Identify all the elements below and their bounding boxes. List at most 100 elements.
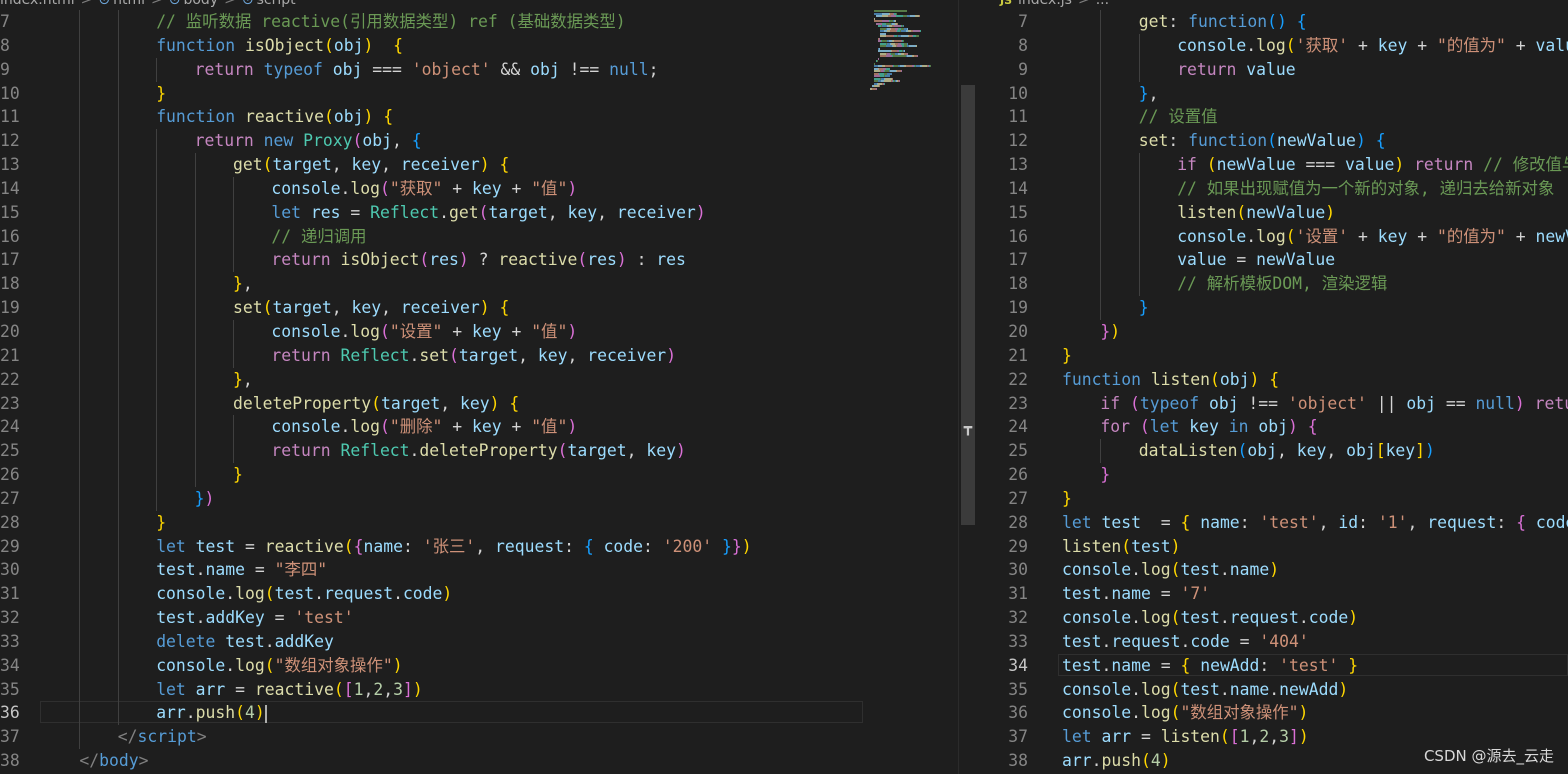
- code-line[interactable]: 29 let test = reactive({name: '张三', reque…: [0, 534, 958, 559]
- line-number: 9: [1018, 59, 1028, 79]
- code-line[interactable]: 30 console.log(test.name): [978, 558, 1568, 582]
- code-line[interactable]: 28}: [0, 510, 958, 535]
- code-line[interactable]: 17 value = newValue: [978, 248, 1568, 273]
- left-code-area[interactable]: 7 // 监听数据 reactive(引用数据类型) ref (基础数据类型) 8 f…: [0, 10, 958, 773]
- code-line[interactable]: 28 let test = { name: 'test', id: '1', re…: [978, 511, 1568, 535]
- code-line[interactable]: 7 // 监听数据 reactive(引用数据类型) ref (基础数据类型): [0, 10, 958, 34]
- code-line[interactable]: 20}): [978, 320, 1568, 344]
- code-line[interactable]: 9 return value: [978, 57, 1568, 82]
- breadcrumb-body[interactable]: body: [183, 0, 218, 8]
- code-line[interactable]: 22 function listen(obj) {: [978, 368, 1568, 392]
- code-line[interactable]: 36 arr.push(4): [0, 701, 958, 726]
- right-editor-pane[interactable]: JS index.js >... 7 get: function() {8 consol…: [978, 0, 1568, 774]
- code-line[interactable]: 31 test.name = '7': [978, 582, 1568, 606]
- code-line[interactable]: 16 // 递归调用: [0, 224, 958, 249]
- code-line[interactable]: 29 listen(test): [978, 535, 1568, 559]
- code-line[interactable]: 26}: [978, 463, 1568, 487]
- code-line[interactable]: 25 dataListen(obj, key, obj[key]): [978, 439, 1568, 464]
- code-line[interactable]: 19}: [978, 296, 1568, 320]
- code-line[interactable]: 21}: [978, 344, 1568, 368]
- breadcrumb-script[interactable]: script: [257, 0, 296, 8]
- code-line[interactable]: 32 console.log(test.request.code): [978, 606, 1568, 630]
- code-line[interactable]: 22},: [0, 367, 958, 392]
- code-line[interactable]: 10},: [978, 81, 1568, 106]
- indent-guide: [1138, 176, 1140, 201]
- code-line[interactable]: 34 test.name = { newAdd: 'test' }: [978, 653, 1568, 678]
- indent-guide: [156, 248, 158, 273]
- code-line[interactable]: 23 deleteProperty(target, key) {: [0, 391, 958, 416]
- right-code-area[interactable]: 7 get: function() {8 console.log('获取' + ke…: [978, 10, 1568, 773]
- code-line[interactable]: 19 set(target, key, receiver) {: [0, 296, 958, 320]
- code-line[interactable]: 23 if (typeof obj !== 'object' || obj == …: [978, 392, 1568, 416]
- breadcrumb-file[interactable]: index.html: [0, 0, 75, 8]
- code-line[interactable]: 12 return new Proxy(obj, {: [0, 129, 958, 154]
- code-line[interactable]: 38 </body>: [0, 749, 958, 773]
- code-line[interactable]: 30 test.name = "李四": [0, 558, 958, 583]
- editor-split-sash[interactable]: ┳: [958, 0, 979, 774]
- code-line[interactable]: 32 test.addKey = 'test': [0, 606, 958, 630]
- code-token: &&: [490, 59, 531, 79]
- code-line[interactable]: 21 return Reflect.set(target, key, receiv…: [0, 343, 958, 368]
- code-line[interactable]: 12 set: function(newValue) {: [978, 129, 1568, 154]
- breadcrumb-ellipsis[interactable]: ...: [1096, 0, 1109, 8]
- code-token: (: [1170, 560, 1181, 580]
- code-line[interactable]: 36 console.log("数组对象操作"): [978, 701, 1568, 725]
- code-line[interactable]: 15 let res = Reflect.get(target, key, rec…: [0, 200, 958, 225]
- code-line[interactable]: 16 console.log('设置' + key + "的值为" + newV: [978, 224, 1568, 249]
- minimap[interactable]: [868, 10, 948, 90]
- indent-guide: [1138, 57, 1140, 82]
- code-line[interactable]: 17 return isObject(res) ? reactive(res) :…: [0, 248, 958, 273]
- code-line[interactable]: 13 if (newValue === value) return // 修改值与: [978, 153, 1568, 177]
- code-line[interactable]: 7 get: function() {: [978, 10, 1568, 34]
- code-line[interactable]: 8 console.log('获取' + key + "的值为" + value: [978, 33, 1568, 58]
- right-breadcrumb[interactable]: JS index.js >...: [1000, 0, 1109, 9]
- scrollbar-thumb[interactable]: [961, 85, 975, 525]
- code-line[interactable]: 31 console.log(test.request.code): [0, 582, 958, 607]
- code-line[interactable]: 37 </script>: [0, 725, 958, 750]
- code-line[interactable]: 35 console.log(test.name.newAdd): [978, 678, 1568, 702]
- code-line[interactable]: 25 return Reflect.deleteProperty(target, …: [0, 439, 958, 464]
- code-token: null: [1475, 393, 1515, 413]
- code-line[interactable]: 33 delete test.addKey: [0, 629, 958, 654]
- code-token: ,: [1326, 441, 1347, 461]
- line-number: 33: [1008, 631, 1028, 651]
- code-text: let arr = listen([1,2,3]): [1062, 725, 1309, 749]
- code-line[interactable]: 27}: [978, 487, 1568, 511]
- code-line[interactable]: 10}: [0, 81, 958, 106]
- code-line[interactable]: 13 get(target, key, receiver) {: [0, 153, 958, 177]
- breadcrumb-file[interactable]: index.js: [1018, 0, 1072, 8]
- code-line[interactable]: 14 // 如果出现赋值为一个新的对象, 递归去给新对象: [978, 176, 1568, 201]
- code-line[interactable]: 24 console.log("删除" + key + "值"): [0, 415, 958, 440]
- left-editor-pane[interactable]: index.html > ⊙ html > ⊙ body > ⊙ script 7// 监听数据 …: [0, 0, 958, 774]
- code-token: key: [471, 417, 502, 437]
- code-line[interactable]: 33 test.request.code = '404': [978, 630, 1568, 654]
- code-line[interactable]: 11 // 设置值: [978, 105, 1568, 130]
- code-line[interactable]: 15 listen(newValue): [978, 200, 1568, 225]
- line-number: 20: [1008, 321, 1028, 341]
- code-token: retur: [1534, 393, 1568, 413]
- code-line[interactable]: 18},: [0, 272, 958, 297]
- code-token: let: [1062, 727, 1102, 747]
- code-line[interactable]: 9 return typeof obj === 'object' && obj !…: [0, 57, 958, 82]
- line-number: 16: [0, 226, 20, 246]
- breadcrumb-html[interactable]: html: [113, 0, 145, 8]
- code-line[interactable]: 14 console.log("获取" + key + "值"): [0, 176, 958, 201]
- code-text: return value: [1177, 58, 1295, 82]
- code-line[interactable]: 11 function reactive(obj) {: [0, 105, 958, 130]
- split-handle-icon[interactable]: ┳: [962, 421, 974, 435]
- code-token: =: [340, 202, 371, 222]
- code-line[interactable]: 8 function isObject(obj) {: [0, 33, 958, 58]
- left-breadcrumb[interactable]: index.html > ⊙ html > ⊙ body > ⊙ script: [0, 0, 296, 9]
- code-text: // 解析模板DOM, 渲染逻辑: [1177, 272, 1387, 296]
- code-line[interactable]: 27}): [0, 486, 958, 511]
- code-line[interactable]: 26}: [0, 463, 958, 487]
- code-line[interactable]: 35 let arr = reactive([1,2,3]): [0, 677, 958, 702]
- code-line[interactable]: 18 // 解析模板DOM, 渲染逻辑: [978, 272, 1568, 297]
- code-line[interactable]: 20 console.log("设置" + key + "值"): [0, 319, 958, 344]
- code-token: test: [1062, 584, 1102, 604]
- code-token: key: [1189, 417, 1219, 437]
- code-line[interactable]: 34 console.log("数组对象操作"): [0, 653, 958, 678]
- code-text: listen(newValue): [1177, 201, 1335, 225]
- code-line[interactable]: 24 for (let key in obj) {: [978, 415, 1568, 439]
